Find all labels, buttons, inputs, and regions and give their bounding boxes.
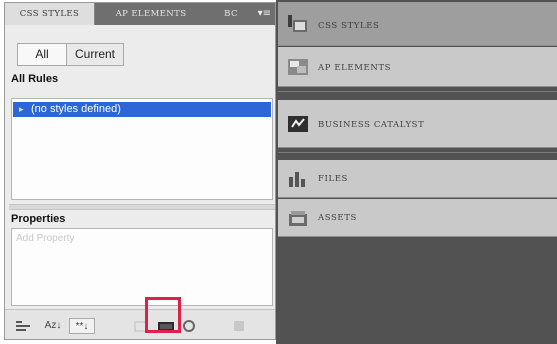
- properties-list[interactable]: Add Property: [11, 228, 273, 306]
- properties-label: Properties: [11, 213, 66, 225]
- dock-item-label: CSS STYLES: [318, 21, 380, 31]
- business-catalyst-icon: [287, 114, 309, 138]
- tab-css-styles[interactable]: CSS STYLES: [5, 3, 95, 25]
- rule-label: (no styles defined): [31, 103, 121, 115]
- tab-business-catalyst[interactable]: BC: [211, 3, 251, 25]
- css-styles-panel: CSS STYLES AP ELEMENTS BC ▾≡ All Current…: [4, 2, 276, 340]
- panel-toolbar: Az↓ **↓: [5, 309, 275, 339]
- edit-rule-icon[interactable]: [181, 318, 197, 334]
- add-property-link[interactable]: Add Property: [16, 233, 74, 244]
- panel-tab-bar: CSS STYLES AP ELEMENTS BC ▾≡: [5, 3, 275, 25]
- dock-item-label: BUSINESS CATALYST: [318, 120, 425, 130]
- assets-icon: [287, 208, 309, 232]
- highlight-box: [145, 297, 181, 333]
- dock-item-business-catalyst[interactable]: BUSINESS CATALYST: [278, 100, 557, 148]
- expand-arrow-icon[interactable]: ▸: [19, 102, 24, 117]
- show-category-view-icon[interactable]: [15, 318, 33, 334]
- dock-item-assets[interactable]: ASSETS: [278, 199, 557, 237]
- dock-item-label: AP ELEMENTS: [318, 63, 392, 73]
- css-styles-icon: [287, 14, 309, 38]
- all-rules-label: All Rules: [11, 73, 59, 85]
- pane-splitter[interactable]: [9, 204, 275, 210]
- rules-mode-switch: All Current: [17, 43, 124, 66]
- current-button[interactable]: Current: [67, 44, 123, 65]
- rules-list[interactable]: ▸ (no styles defined): [11, 98, 273, 200]
- dock-item-label: FILES: [318, 174, 348, 184]
- dock-item-label: ASSETS: [318, 213, 357, 223]
- files-icon: [287, 169, 309, 193]
- dock-item-files[interactable]: FILES: [278, 160, 557, 198]
- workspace-panel-dock: CSS STYLES AP ELEMENTS BUSINESS CATALYST…: [276, 0, 557, 344]
- dock-divider: [278, 152, 557, 153]
- dock-item-css-styles[interactable]: CSS STYLES: [278, 2, 557, 46]
- dock-item-ap-elements[interactable]: AP ELEMENTS: [278, 47, 557, 87]
- show-only-set-properties-icon[interactable]: **↓: [69, 318, 95, 334]
- show-list-view-icon[interactable]: Az↓: [41, 318, 65, 334]
- rule-item[interactable]: ▸ (no styles defined): [13, 102, 271, 117]
- all-button[interactable]: All: [18, 44, 67, 65]
- delete-rule-icon[interactable]: [231, 318, 247, 334]
- tab-ap-elements[interactable]: AP ELEMENTS: [97, 3, 205, 25]
- panel-menu-icon[interactable]: ▾≡: [258, 3, 271, 25]
- ap-elements-icon: [287, 57, 309, 81]
- dock-divider: [278, 91, 557, 92]
